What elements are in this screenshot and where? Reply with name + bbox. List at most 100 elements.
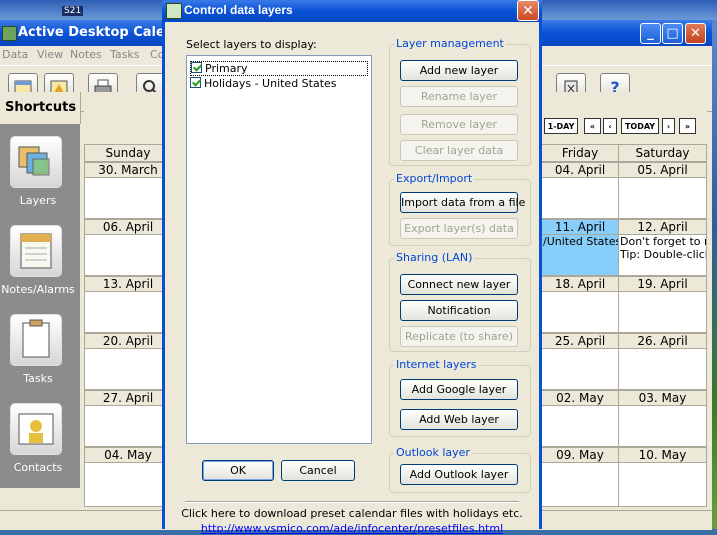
last-button[interactable]: » [679,118,696,134]
remove-layer-button[interactable]: Remove layer [400,114,518,135]
menu-notes[interactable]: Notes [70,48,102,61]
divider [185,501,519,503]
layer-name: Primary [205,62,248,75]
day-cell[interactable]: 25. April [541,333,619,390]
day-cell[interactable]: 20. April [84,333,172,390]
day-cell[interactable]: 04. May [84,447,172,507]
layer-name: Holidays - United States [204,77,337,90]
day-date: 03. May [619,391,706,406]
cancel-button[interactable]: Cancel [281,460,355,481]
menu-tasks[interactable]: Tasks [110,48,139,61]
maximize-button[interactable]: □ [662,23,683,44]
shortcuts-panel: Layers Notes/Alarms Tasks Contacts [0,124,80,488]
clipboard-icon [22,319,50,358]
day-cell[interactable]: 26. April [618,333,707,390]
minimize-button[interactable]: _ [640,23,661,44]
shortcut-tasks-label: Tasks [23,372,53,385]
layer-checkbox[interactable] [191,62,202,73]
today-button[interactable]: TODAY [621,118,659,134]
notification-button[interactable]: Notification [400,300,518,321]
rename-layer-button[interactable]: Rename layer [400,86,518,107]
sharing-lan-group: Sharing (LAN) Connect new layer Notifica… [389,251,531,352]
menu-view[interactable]: View [37,48,63,61]
day-date: 02. May [542,391,618,406]
day-cell[interactable]: 10. May [618,447,707,507]
add-google-layer-button[interactable]: Add Google layer [400,379,518,400]
dialog-app-icon [166,3,182,19]
shortcut-contacts[interactable] [10,403,62,455]
dialog-title: Control data layers [184,3,293,17]
shortcut-tasks[interactable] [10,314,62,366]
export-import-group: Export/Import Import data from a file Ex… [389,172,531,246]
day-date: 13. April [85,277,171,292]
dialog-title-bar[interactable]: Control data layers ✕ [162,0,542,22]
day-date: 25. April [542,334,618,349]
day-cell[interactable]: 05. April [618,162,707,219]
shortcut-notes-alarms[interactable] [10,225,62,277]
add-outlook-layer-button[interactable]: Add Outlook layer [400,464,518,485]
one-day-button[interactable]: 1-DAY [544,118,578,134]
day-date: 27. April [85,391,171,406]
layer-item-holidays[interactable]: Holidays - United States [190,77,368,92]
outlook-layer-group: Outlook layer Add Outlook layer [389,446,531,493]
add-web-layer-button[interactable]: Add Web layer [400,409,518,430]
layers-list[interactable]: Primary Holidays - United States [186,55,372,444]
app-close-button[interactable]: ✕ [685,23,706,44]
clear-layer-data-button[interactable]: Clear layer data [400,140,518,161]
download-presets-text[interactable]: Click here to download preset calendar f… [165,507,539,520]
desktop-icon-label[interactable]: S21 [62,6,84,16]
shortcut-layers-label: Layers [19,194,57,207]
day-date: 11. April [542,220,618,235]
shortcut-notes-alarms-label: Notes/Alarms [1,283,75,296]
day-date: 12. April [619,220,706,235]
group-title: Export/Import [394,172,475,185]
day-date: 26. April [619,334,706,349]
layer-item-primary[interactable]: Primary [190,61,368,76]
layer-checkbox[interactable] [190,77,201,88]
day-header-friday: Friday [541,144,619,162]
shortcuts-header: Shortcuts [0,92,81,124]
group-title: Layer management [394,37,506,50]
day-header-sunday: Sunday [84,144,172,162]
layers-icon [18,146,50,176]
day-cell[interactable]: 09. May [541,447,619,507]
import-data-button[interactable]: Import data from a file [400,192,525,213]
menu-data[interactable]: Data [2,48,28,61]
day-header-saturday: Saturday [618,144,707,162]
export-layers-button[interactable]: Export layer(s) data [400,218,518,239]
ok-button[interactable]: OK [202,460,274,481]
day-cell[interactable]: 12. AprilDon't forget to regTip: Double-… [618,219,707,276]
day-date: 10. May [619,448,706,463]
day-cell[interactable]: 13. April [84,276,172,333]
event-text[interactable]: Don't forget to reg [619,235,706,248]
first-button[interactable]: « [584,118,601,134]
dialog-body: Select layers to display: Primary Holida… [165,22,539,535]
prev-button[interactable]: ‹ [603,118,617,134]
next-button[interactable]: › [662,118,675,134]
day-cell[interactable]: 18. April [541,276,619,333]
day-cell[interactable]: 30. March [84,162,172,219]
layer-management-group: Layer management Add new layer Rename la… [389,37,531,166]
day-date: 04. May [85,448,171,463]
notes-calendar-icon [20,233,52,269]
replicate-button[interactable]: Replicate (to share) [400,326,518,347]
day-date: 19. April [619,277,706,292]
day-date: 09. May [542,448,618,463]
contact-card-icon [18,413,54,445]
shortcut-layers[interactable] [10,136,62,188]
day-cell[interactable]: 02. May [541,390,619,447]
day-date: 04. April [542,163,618,178]
event-text[interactable]: Tip: Double-click h [619,248,706,261]
day-cell[interactable]: 27. April [84,390,172,447]
day-cell[interactable]: 04. April [541,162,619,219]
dialog-close-button[interactable]: ✕ [517,0,539,21]
event-text[interactable]: /United States H [542,235,618,248]
day-cell[interactable]: 03. May [618,390,707,447]
connect-new-layer-button[interactable]: Connect new layer [400,274,518,295]
day-date: 20. April [85,334,171,349]
control-data-layers-dialog: Control data layers ✕ Select layers to d… [162,0,542,535]
add-new-layer-button[interactable]: Add new layer [400,60,518,81]
day-cell-selected[interactable]: 11. April/United States H [541,219,619,276]
day-cell[interactable]: 19. April [618,276,707,333]
day-cell[interactable]: 06. April [84,219,172,276]
